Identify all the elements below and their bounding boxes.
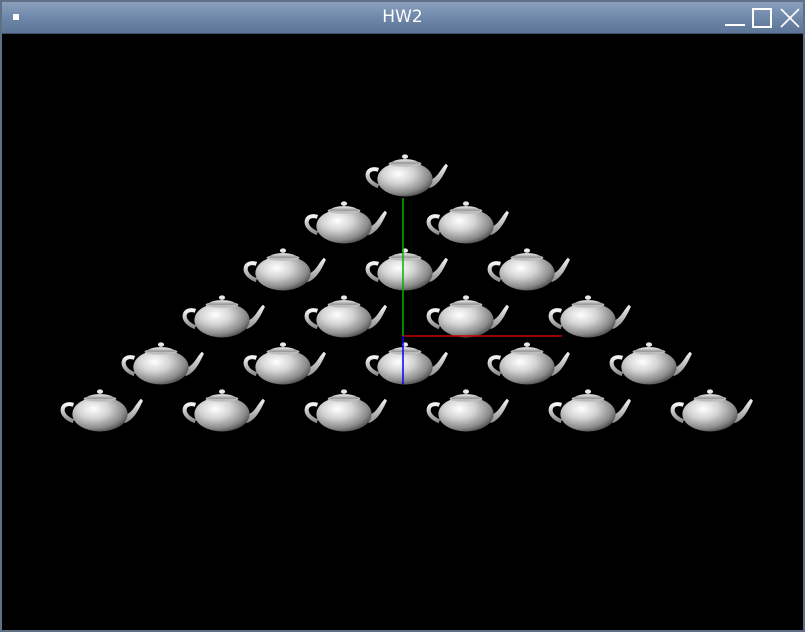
app-window: HW2 xyxy=(0,0,805,632)
teapot-model xyxy=(63,389,143,431)
teapot-model xyxy=(307,295,387,337)
teapot-model xyxy=(307,201,387,243)
teapot-model xyxy=(368,248,448,290)
teapot-model xyxy=(429,295,509,337)
teapot-model xyxy=(551,295,631,337)
title-bar[interactable]: HW2 xyxy=(2,2,803,34)
teapot-model xyxy=(246,342,326,384)
teapot-model xyxy=(368,154,448,196)
teapot-model xyxy=(185,389,265,431)
teapot-model xyxy=(551,389,631,431)
teapot-model xyxy=(429,201,509,243)
teapot-model xyxy=(429,389,509,431)
maximize-icon[interactable] xyxy=(752,8,772,28)
teapot-model xyxy=(246,248,326,290)
teapot-model xyxy=(124,342,204,384)
minimize-icon[interactable] xyxy=(724,8,746,28)
teapot-model xyxy=(490,248,570,290)
teapot-model xyxy=(490,342,570,384)
window-title: HW2 xyxy=(382,7,423,27)
scene-canvas xyxy=(2,34,803,630)
teapot-model xyxy=(673,389,753,431)
gl-viewport[interactable] xyxy=(2,34,803,630)
teapot-model xyxy=(185,295,265,337)
teapot-model xyxy=(307,389,387,431)
close-icon[interactable] xyxy=(779,8,801,28)
teapot-model xyxy=(612,342,692,384)
teapot-model xyxy=(368,342,448,384)
